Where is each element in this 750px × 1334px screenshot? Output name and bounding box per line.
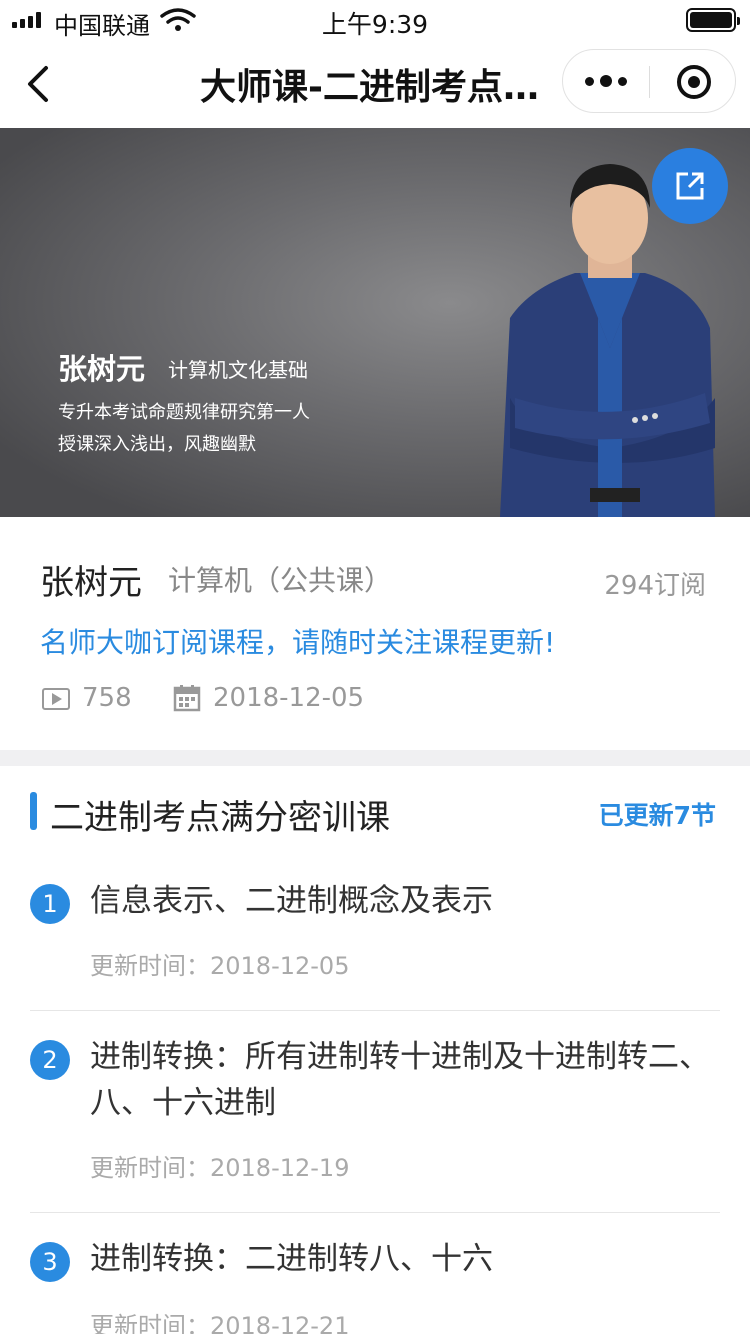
lesson-title: 信息表示、二进制概念及表示 [90,883,493,919]
banner-tagline-2: 授课深入浅出，风趣幽默 [58,434,256,455]
lesson-title: 进制转换：所有进制转十进制及十进制转二、八、十六进制 [90,1039,710,1121]
banner-tagline-1: 专升本考试命题规律研究第一人 [58,402,310,423]
mini-program-capsule [562,49,736,113]
updated-count: 已更新7节 [598,801,716,830]
banner-subject: 计算机文化基础 [168,358,308,382]
lesson-item[interactable]: 2 进制转换：所有进制转十进制及十进制转二、八、十六进制 更新时间：2018-1… [30,1039,720,1218]
view-count: 758 [82,683,132,713]
target-icon[interactable] [677,65,711,99]
lesson-date: 更新时间：2018-12-05 [90,952,350,980]
lesson-number: 1 [30,884,70,924]
lesson-title: 进制转换：二进制转八、十六 [90,1241,493,1277]
teacher-banner: 张树元 计算机文化基础 专升本考试命题规律研究第一人 授课深入浅出，风趣幽默 [0,128,750,517]
status-time: 上午9:39 [321,10,429,39]
page-title: 大师课-二进制考点满分密训课 [200,67,545,108]
course-category: 计算机（公共课） [168,564,393,597]
lesson-divider [30,1010,720,1011]
video-icon [42,688,70,710]
back-icon[interactable] [18,60,58,108]
capsule-divider [649,66,650,98]
lesson-date: 更新时间：2018-12-21 [90,1312,350,1334]
banner-teacher-name: 张树元 [58,352,146,386]
section-accent-bar [30,792,37,830]
share-icon [676,172,704,200]
publish-date: 2018-12-05 [213,683,365,713]
share-button[interactable] [652,148,728,224]
battery-icon [686,8,740,32]
lesson-item[interactable]: 3 进制转换：二进制转八、十六 更新时间：2018-12-21 [30,1241,720,1334]
lesson-number: 2 [30,1040,70,1080]
lesson-item[interactable]: 1 信息表示、二进制概念及表示 更新时间：2018-12-05 [30,883,720,1014]
section-title: 二进制考点满分密训课 [50,798,390,838]
subscriber-count: 294订阅 [604,571,706,601]
calendar-icon [173,685,201,712]
course-info: 张树元 计算机（公共课） 294订阅 名师大咖订阅课程，请随时关注课程更新! 7… [0,517,750,750]
lesson-number: 3 [30,1242,70,1282]
lesson-divider [30,1212,720,1213]
more-icon[interactable] [563,50,649,112]
course-notice: 名师大咖订阅课程，请随时关注课程更新! [40,626,556,659]
navigation-bar: 大师课-二进制考点满分密训课 [0,40,750,128]
teacher-name: 张树元 [40,563,142,603]
lesson-date: 更新时间：2018-12-19 [90,1154,350,1182]
status-bar: 中国联通 上午9:39 [0,0,750,40]
section-divider [0,750,750,766]
lesson-list-section: 二进制考点满分密训课 已更新7节 1 信息表示、二进制概念及表示 更新时间：20… [0,766,750,1334]
